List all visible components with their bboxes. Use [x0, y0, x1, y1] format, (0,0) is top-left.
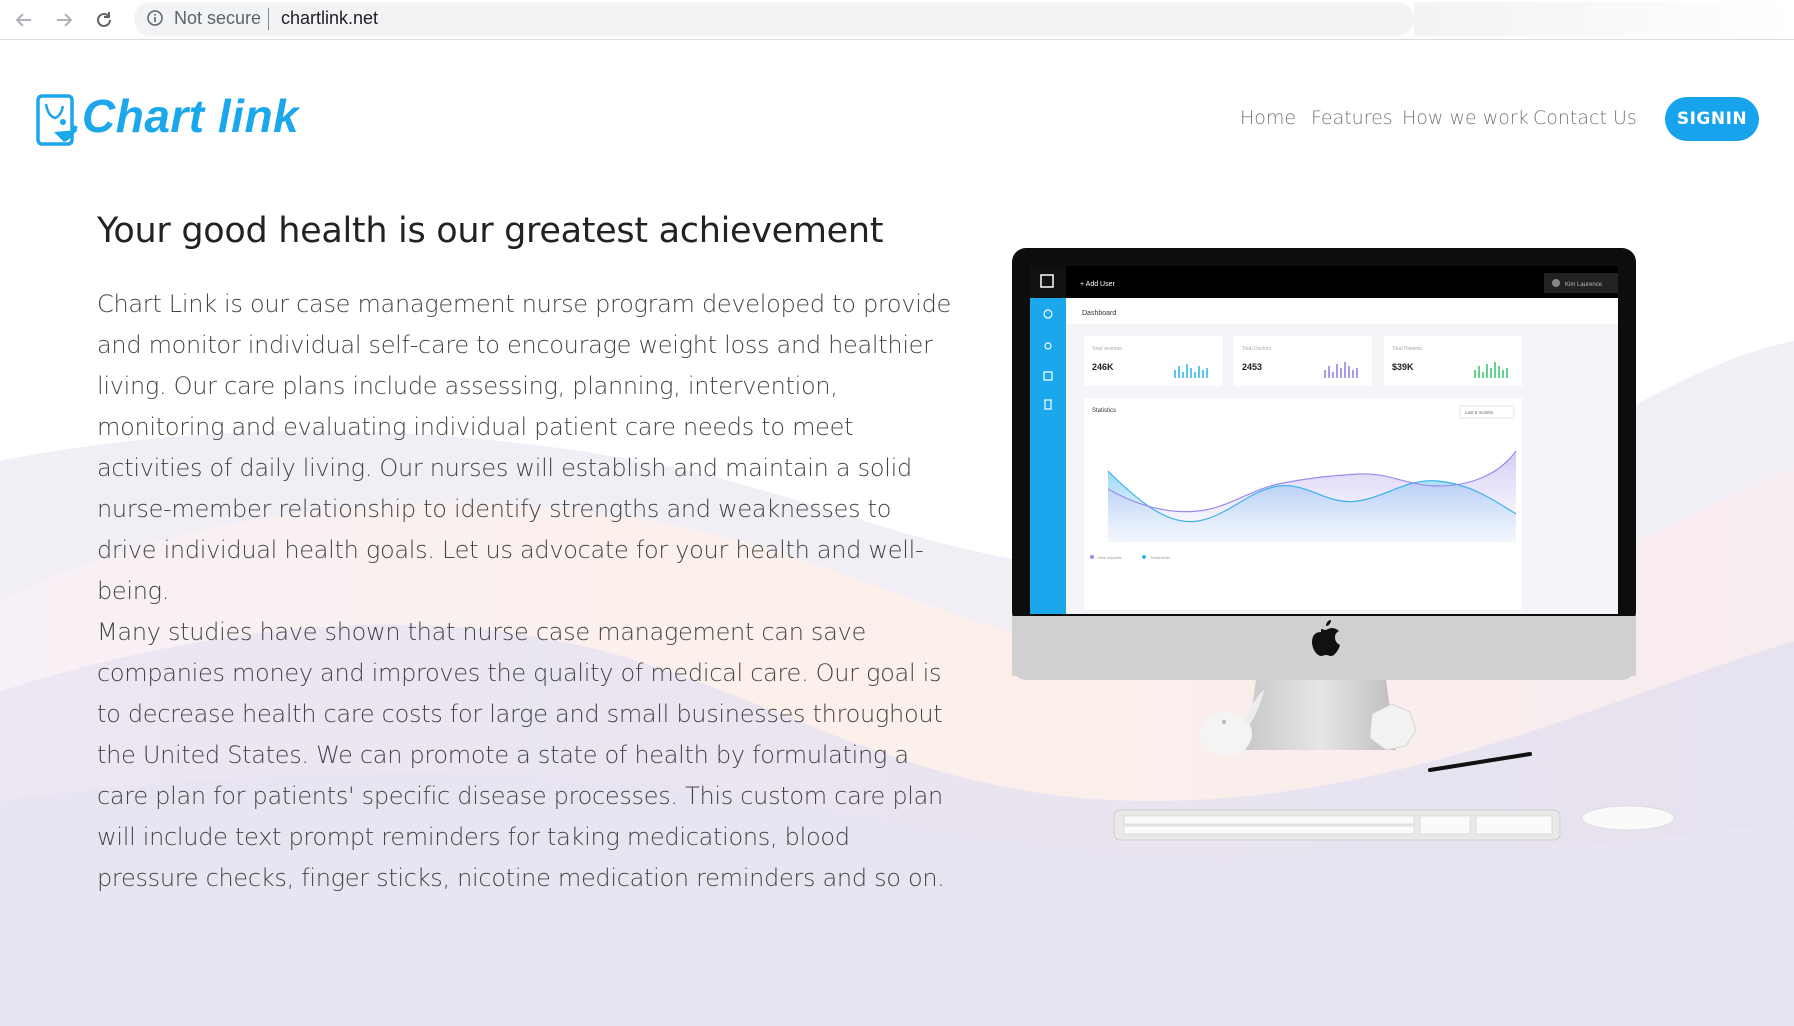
signin-button[interactable]: SIGNIN [1665, 97, 1759, 141]
web-page: Chart link Home Features How we work Con… [0, 41, 1794, 1026]
reload-icon [97, 12, 111, 27]
address-bar-fade [1414, 2, 1794, 36]
back-button[interactable] [10, 6, 38, 34]
url-text[interactable]: chartlink.net [281, 8, 378, 29]
info-icon[interactable] [147, 10, 163, 26]
mock-card-label-3: Total Patients [1392, 346, 1423, 352]
mock-card-value-1: 246K [1092, 362, 1114, 372]
arrow-right-icon [57, 13, 73, 27]
forward-button[interactable] [50, 6, 78, 34]
nav-features[interactable]: Features [1311, 107, 1393, 129]
mock-card-value-3: $39K [1392, 362, 1414, 372]
mock-stats-title: Statistics [1092, 408, 1116, 414]
browser-toolbar: Not secure chartlink.net [0, 0, 1794, 40]
nav-home[interactable]: Home [1240, 107, 1296, 129]
hero-title: Your good health is our greatest achieve… [97, 211, 884, 251]
mock-card-value-2: 2453 [1242, 362, 1262, 372]
security-label: Not secure [174, 8, 262, 28]
mock-range-select: Last 6 months [1465, 410, 1494, 415]
address-separator [268, 8, 269, 30]
mock-page-title: Dashboard [1082, 310, 1116, 317]
mock-user-name: Kim Laurence [1565, 282, 1603, 288]
logo-text[interactable]: Chart link [82, 89, 299, 143]
mock-card-label-1: Total revenue [1092, 346, 1122, 352]
nav-contact-us[interactable]: Contact Us [1533, 107, 1637, 129]
mock-legend-1: New inquiries [1098, 555, 1122, 560]
hero-paragraph-1: Chart Link is our case management nurse … [97, 290, 951, 605]
arrow-left-icon [15, 13, 31, 27]
mock-legend-2: Treatments [1150, 555, 1170, 560]
nav-how-we-work[interactable]: How we work [1402, 107, 1529, 129]
mock-card-label-2: Total Doctors [1242, 346, 1272, 352]
computer-mockup-image: + Add User Kim Laurence Dashboard Total … [1012, 248, 1675, 841]
hero-paragraph-2: Many studies have shown that nurse case … [97, 618, 945, 892]
reload-button[interactable] [90, 6, 118, 34]
mock-add-user: + Add User [1080, 281, 1115, 288]
